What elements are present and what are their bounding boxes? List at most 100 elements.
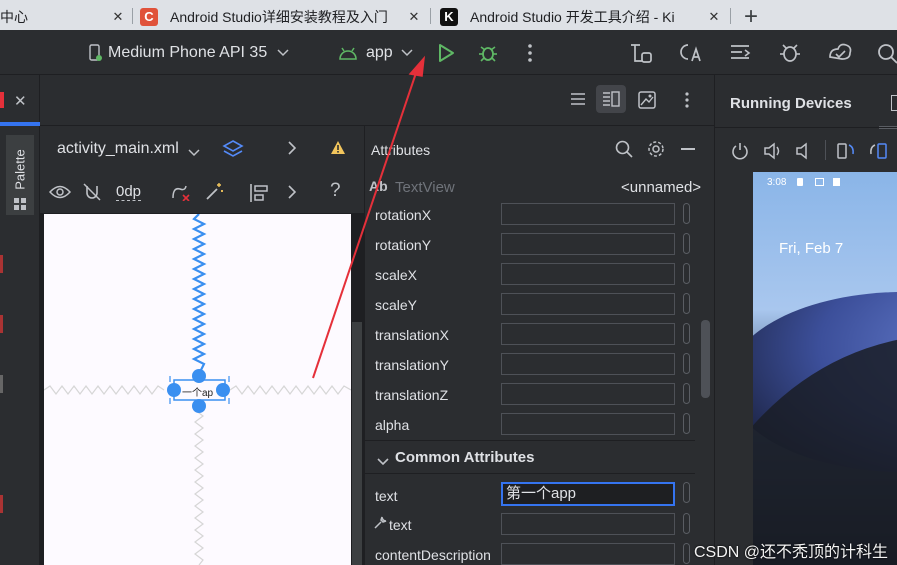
warning-icon[interactable] [330, 140, 346, 158]
run-config-name: app [366, 43, 393, 61]
design-view-icon[interactable] [638, 91, 656, 112]
attribute-value-field[interactable] [501, 203, 675, 225]
attribute-picker-button[interactable] [683, 233, 690, 254]
attribute-picker-button[interactable] [683, 203, 690, 224]
debug-button[interactable] [477, 30, 499, 75]
search-icon[interactable] [876, 30, 897, 75]
tab-divider [132, 8, 133, 24]
attribute-row: scaleY [365, 290, 705, 320]
run-config-selector[interactable]: app [338, 30, 413, 75]
component-id[interactable]: <unnamed> [621, 179, 701, 196]
phone-icon [88, 43, 102, 62]
help-icon[interactable]: ? [330, 180, 341, 202]
attributes-scrollbar[interactable] [701, 320, 710, 398]
chevron-right-icon[interactable] [288, 185, 297, 202]
volume-down-icon[interactable] [795, 142, 813, 163]
error-marker [0, 92, 4, 108]
attribute-value-field[interactable] [501, 543, 675, 565]
section-title: Common Attributes [395, 449, 535, 466]
close-icon[interactable]: ✕ [108, 9, 128, 25]
attribute-picker-button[interactable] [683, 543, 690, 564]
text-value-field[interactable]: 第一个app [501, 482, 675, 506]
attribute-name: rotationX [375, 207, 432, 223]
layers-icon[interactable] [222, 139, 244, 164]
default-margin-selector[interactable]: 0dp [116, 183, 142, 201]
translate-icon[interactable] [678, 30, 704, 75]
attribute-picker-button[interactable] [683, 263, 690, 284]
chevron-right-icon[interactable] [288, 141, 297, 158]
device-manager-icon[interactable] [826, 30, 854, 75]
volume-up-icon[interactable] [763, 142, 783, 163]
attribute-name: translationY [375, 357, 449, 373]
attribute-picker-button[interactable] [683, 383, 690, 404]
common-attributes-header[interactable]: Common Attributes [365, 440, 695, 474]
device-screen[interactable]: 3:08 Fri, Feb 7 [753, 172, 897, 565]
run-button[interactable] [436, 30, 456, 75]
textview-preview[interactable]: 一个ap [182, 384, 216, 399]
chevron-down-icon[interactable] [188, 144, 200, 160]
attribute-row: contentDescription [365, 540, 705, 565]
profiler-bug-icon[interactable] [778, 30, 802, 75]
palette-label: Palette [12, 148, 28, 190]
magnet-off-icon[interactable] [82, 183, 102, 204]
align-icon[interactable] [248, 182, 270, 207]
attribute-value-field[interactable] [501, 413, 675, 435]
attribute-picker-button[interactable] [683, 513, 690, 534]
palette-tool-tab[interactable]: Palette [6, 135, 34, 215]
attribute-name: rotationY [375, 237, 432, 253]
chevron-down-icon [377, 453, 389, 469]
magic-wand-icon[interactable] [204, 182, 224, 205]
split-view-icon[interactable] [596, 85, 626, 113]
attribute-row-tools-text: text [365, 510, 705, 540]
canvas-scrollbar[interactable] [352, 322, 362, 565]
browser-tab-title: Android Studio详细安装教程及入门 [170, 8, 388, 25]
chevron-down-icon [401, 48, 413, 57]
notification-icon [833, 178, 840, 186]
attribute-value-field[interactable] [501, 293, 675, 315]
status-time: 3:08 [767, 177, 787, 188]
watermark: CSDN @还不秃顶的计科生 [694, 544, 889, 561]
attribute-picker-button[interactable] [683, 353, 690, 374]
attribute-value-field[interactable] [501, 353, 675, 375]
more-options-icon[interactable] [684, 91, 690, 112]
close-icon[interactable]: ✕ [704, 9, 724, 25]
layout-file-selector[interactable]: activity_main.xml [57, 140, 179, 158]
rotate-left-icon[interactable] [836, 141, 856, 164]
code-view-icon[interactable] [570, 92, 586, 109]
attribute-value-field[interactable] [501, 233, 675, 255]
gear-icon[interactable] [647, 140, 665, 161]
csdn-favicon-icon: C [140, 7, 158, 26]
layout-preview[interactable]: 一个ap [44, 214, 351, 565]
attribute-value-field[interactable] [501, 383, 675, 405]
attribute-value-field[interactable] [501, 323, 675, 345]
close-icon[interactable]: ✕ [14, 92, 27, 110]
device-selector[interactable]: Medium Phone API 35 [88, 30, 289, 75]
browser-tab[interactable]: C Android Studio详细安装教程及入门 ✕ [140, 3, 424, 30]
attribute-value-field[interactable] [501, 263, 675, 285]
attribute-picker-button[interactable] [683, 413, 690, 434]
attribute-picker-button[interactable] [683, 323, 690, 344]
browser-tab-active[interactable]: K Android Studio 开发工具介绍 - Ki ✕ [440, 3, 724, 30]
attribute-name: translationX [375, 327, 449, 343]
component-type-icon: Ab [369, 178, 388, 194]
panel-icon[interactable] [891, 95, 897, 111]
power-icon[interactable] [731, 142, 749, 163]
browser-tab-title: 中心 [0, 8, 28, 25]
more-options-icon[interactable] [526, 30, 534, 75]
new-tab-button[interactable]: + [744, 3, 774, 30]
close-icon[interactable]: ✕ [404, 9, 424, 25]
sync-project-icon[interactable] [628, 30, 654, 75]
bug-icon [479, 45, 497, 62]
search-icon[interactable] [615, 140, 633, 161]
clear-constraints-icon[interactable] [171, 183, 191, 204]
attribute-picker-button[interactable] [683, 293, 690, 314]
eye-icon[interactable] [48, 184, 72, 203]
palette-icon [13, 197, 27, 214]
notification-icon [797, 178, 803, 186]
layout-inspector-icon[interactable] [728, 30, 752, 75]
attribute-picker-button[interactable] [683, 482, 690, 503]
rotate-right-icon[interactable] [869, 141, 889, 164]
minimize-icon[interactable] [681, 148, 695, 150]
attribute-value-field[interactable] [501, 513, 675, 535]
browser-tab[interactable]: 中心 ✕ [0, 3, 128, 30]
